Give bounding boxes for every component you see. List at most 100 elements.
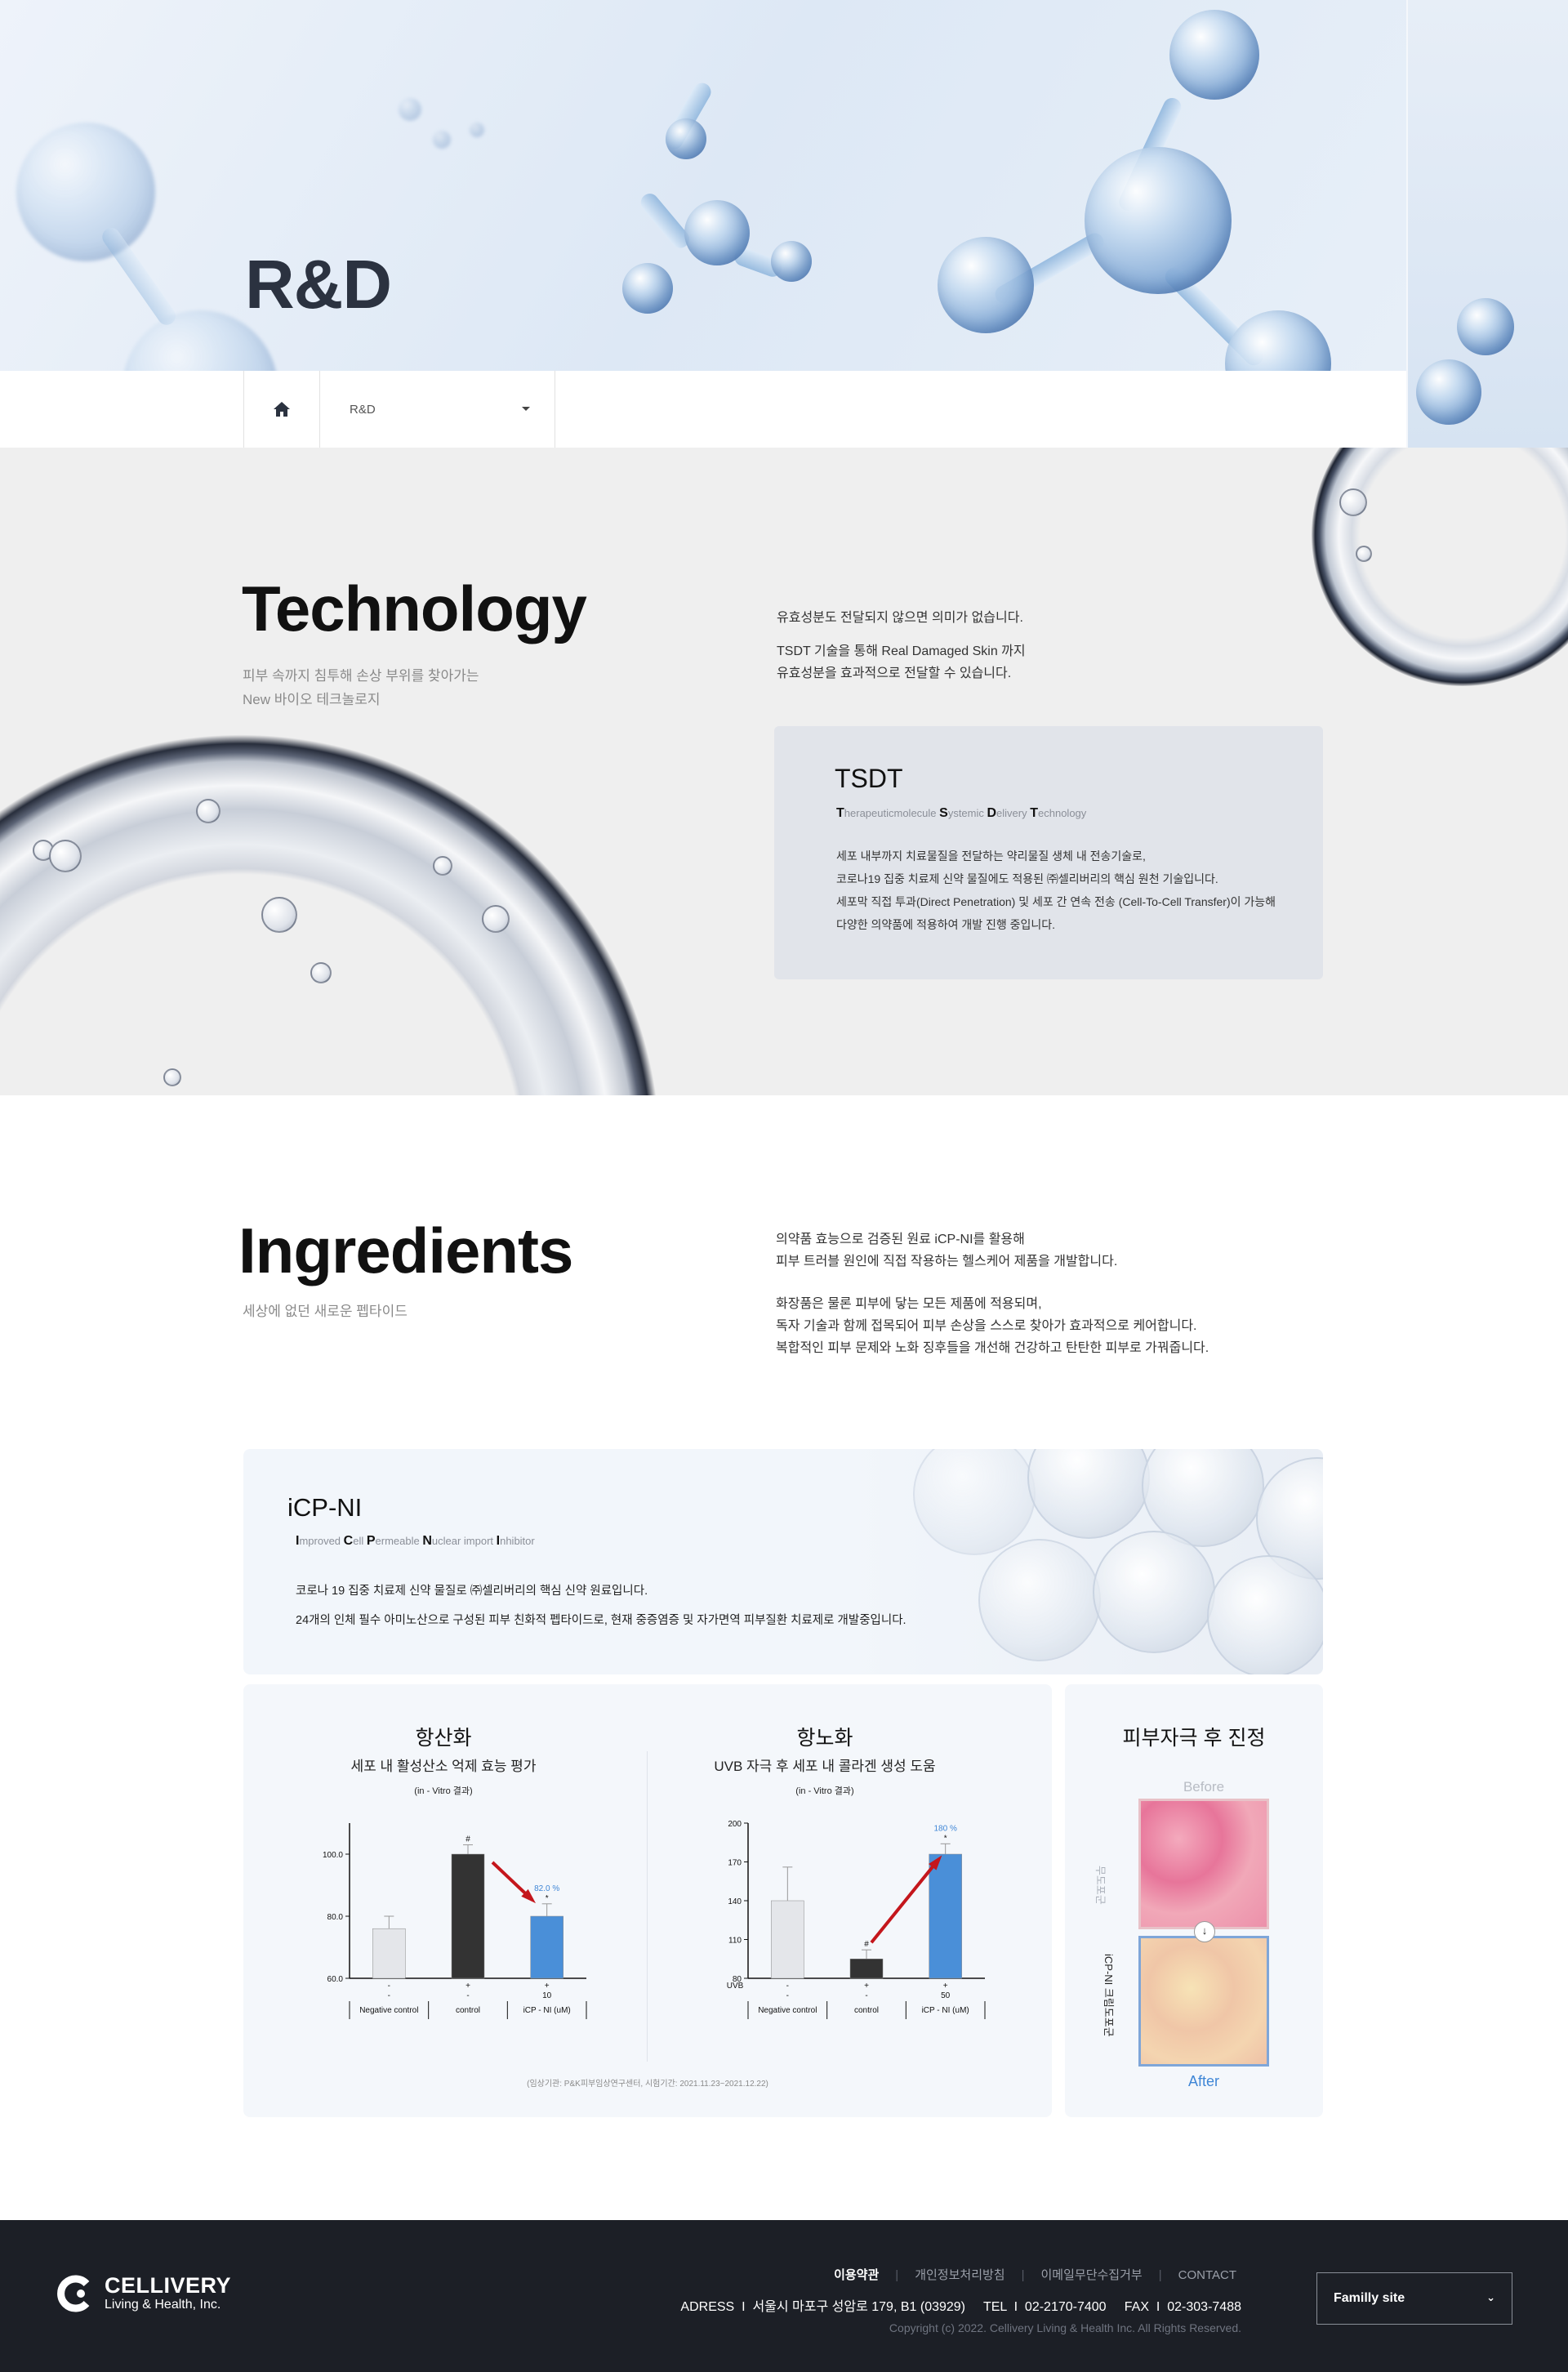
category-label: Negative control xyxy=(359,2006,418,2015)
contact-link[interactable]: CONTACT xyxy=(1178,2268,1236,2282)
row1-label: - xyxy=(388,1982,390,1991)
icp-ni-acronym: Improved Cell Permeable Nuclear import I… xyxy=(296,1534,535,1548)
technology-intro: 유효성분도 전달되지 않으면 의미가 없습니다. TSDT 기술을 통해 Rea… xyxy=(777,611,1026,680)
y-tick-label: 100.0 xyxy=(323,1851,343,1860)
y-tick-label: 110 xyxy=(728,1937,742,1946)
antioxidant-bar-chart: 60.080.0100.0--Negative control#+-contro… xyxy=(323,1823,587,2019)
y-tick-label: 80.0 xyxy=(327,1913,344,1922)
bubble-decoration xyxy=(261,897,297,933)
petri-dish-decoration xyxy=(0,733,662,1095)
site-footer: CELLIVERY Living & Health, Inc. 이용약관 | 개인정… xyxy=(0,2220,1568,2372)
bubble-decoration xyxy=(978,1539,1101,1661)
bar xyxy=(771,1900,804,1979)
molecule-decoration xyxy=(771,241,812,282)
molecule-decoration xyxy=(16,123,155,261)
footer-address: ADRESS I 서울시 마포구 성암로 179, B1 (03929) TEL… xyxy=(680,2300,1241,2314)
arrow-down-icon: ↓ xyxy=(1194,1921,1215,1942)
molecule-decoration xyxy=(938,237,1034,333)
significance-marker: # xyxy=(864,1940,869,1949)
bubble-decoration xyxy=(49,840,82,872)
row1-label: + xyxy=(864,1982,869,1991)
molecule-decoration xyxy=(1457,298,1514,355)
trend-arrow xyxy=(870,1857,941,1944)
technology-title: Technology xyxy=(242,572,590,646)
soothing-title: 피부자극 후 진정 xyxy=(1122,1727,1266,1750)
bubble-decoration xyxy=(1027,1449,1150,1539)
company-logo[interactable]: CELLIVERY Living & Health, Inc. xyxy=(54,2272,231,2315)
ingredients-subtitle: 세상에 없던 새로운 펩타이드 xyxy=(243,1304,408,1319)
petri-dish-decoration xyxy=(1312,448,1568,686)
soothing-card: 피부자극 후 진정 Before 무도포군 ↓ iCP-NI 크림도포군 Aft… xyxy=(1065,1684,1323,2117)
molecule-bond xyxy=(98,224,180,328)
chart-divider xyxy=(647,1751,648,2062)
privacy-link[interactable]: 개인정보처리방침 xyxy=(915,2268,1004,2282)
cellivery-logo-icon xyxy=(54,2272,96,2315)
chart2-note: (in - Vitro 결과) xyxy=(795,1786,854,1796)
row-label: UVB xyxy=(727,1982,744,1991)
y-tick-label: 170 xyxy=(728,1859,742,1868)
value-label: 82.0 % xyxy=(534,1884,559,1893)
icp-ni-description: 코로나 19 집중 치료제 신약 물질로 ㈜셀리버리의 핵심 신약 원료입니다.… xyxy=(296,1585,906,1627)
bar xyxy=(530,1915,564,1979)
molecule-bond xyxy=(637,189,693,252)
molecule-decoration xyxy=(1169,10,1259,100)
significance-marker: * xyxy=(546,1894,549,1903)
chevron-down-icon: ⌄ xyxy=(1486,2291,1495,2303)
bar xyxy=(929,1853,962,1979)
molecule-decoration xyxy=(1416,359,1481,425)
caret-down-icon xyxy=(522,407,530,411)
row2-label: - xyxy=(466,1991,469,2000)
y-tick-label: 60.0 xyxy=(327,1975,344,1984)
bubble-decoration xyxy=(196,799,220,823)
chart2-title: 항노화 xyxy=(796,1727,853,1750)
bubble-decoration xyxy=(433,856,452,876)
bar xyxy=(451,1853,485,1979)
clinical-source-note: (임상기관: P&K피부임상연구센터, 시험기간: 2021.11.23~202… xyxy=(527,2080,768,2089)
hero-side-panel xyxy=(1406,0,1568,448)
bubble-decoration xyxy=(913,1449,1036,1555)
row1-label: + xyxy=(943,1982,948,1991)
footer-links: 이용약관 | 개인정보처리방침 | 이메일무단수집거부 | CONTACT xyxy=(834,2268,1236,2282)
breadcrumb: R&D xyxy=(0,371,1406,448)
bubble-decoration xyxy=(163,1068,181,1086)
y-tick-label: 200 xyxy=(728,1820,742,1829)
bubble-decoration xyxy=(310,962,332,983)
row2-label: 50 xyxy=(941,1991,951,2000)
value-label: 180 % xyxy=(933,1824,956,1833)
ingredients-title: Ingredients xyxy=(238,1214,577,1288)
chart1-note: (in - Vitro 결과) xyxy=(414,1786,473,1796)
family-site-label: Familly site xyxy=(1334,2291,1405,2305)
footer-copyright: Copyright (c) 2022. Cellivery Living & H… xyxy=(889,2321,1241,2334)
terms-link[interactable]: 이용약관 xyxy=(834,2268,879,2282)
home-button[interactable] xyxy=(243,371,320,448)
molecule-decoration xyxy=(399,98,421,121)
molecule-decoration xyxy=(622,263,673,314)
tsdt-title: TSDT xyxy=(835,764,903,793)
before-skin-image xyxy=(1138,1799,1269,1929)
antiaging-bar-chart: 80110140170200--Negative control#+-contr… xyxy=(727,1820,986,2019)
row1-label: + xyxy=(466,1982,470,1991)
row1-label: + xyxy=(545,1982,550,1991)
home-icon xyxy=(274,402,290,417)
before-label: Before xyxy=(1183,1779,1225,1795)
hero-banner: R&D R&D xyxy=(0,0,1568,448)
after-skin-image xyxy=(1138,1936,1269,2067)
email-refusal-link[interactable]: 이메일무단수집거부 xyxy=(1041,2268,1143,2282)
breadcrumb-dropdown[interactable]: R&D xyxy=(320,371,555,448)
bar xyxy=(372,1928,406,1979)
bubble-decoration xyxy=(1093,1531,1215,1653)
molecule-decoration xyxy=(684,200,750,265)
technology-subtitle: 피부 속까지 침투해 손상 부위를 찾아가는 New 바이오 테크놀로지 xyxy=(243,668,479,707)
molecule-decoration xyxy=(1085,147,1232,294)
page-title: R&D xyxy=(245,246,392,323)
logo-wordmark: CELLIVERY Living & Health, Inc. xyxy=(105,2273,232,2312)
family-site-select[interactable]: Familly site ⌄ xyxy=(1316,2272,1512,2325)
bubble-decoration xyxy=(1356,546,1372,562)
after-label: After xyxy=(1187,2073,1219,2089)
ingredients-intro: 의약품 효능으로 검증된 원료 iCP-NI를 활용해 피부 트러블 원인에 직… xyxy=(776,1233,1209,1355)
bubble-decoration xyxy=(1339,488,1367,516)
y-tick-label: 140 xyxy=(728,1897,742,1906)
bubble-decoration xyxy=(1207,1555,1323,1674)
molecule-decoration xyxy=(433,131,451,149)
row2-label: - xyxy=(388,1991,390,2000)
